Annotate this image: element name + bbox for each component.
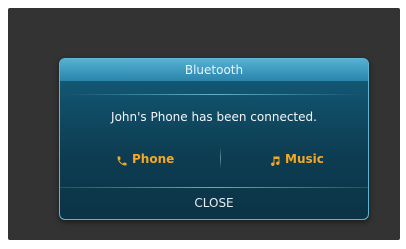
dialog-title: Bluetooth: [60, 59, 368, 81]
bluetooth-dialog: Bluetooth John's Phone has been connecte…: [59, 58, 369, 220]
options-divider: [220, 147, 221, 169]
phone-label: Phone: [132, 152, 175, 166]
head-unit-screen: Bluetooth John's Phone has been connecte…: [8, 8, 400, 240]
music-note-icon: [269, 153, 281, 166]
header-divider: [66, 94, 362, 95]
phone-button[interactable]: Phone: [116, 149, 174, 169]
phone-icon: [116, 153, 128, 166]
connection-message: John's Phone has been connected.: [111, 110, 317, 124]
close-button[interactable]: CLOSE: [60, 188, 368, 219]
music-label: Music: [285, 152, 324, 166]
music-button[interactable]: Music: [269, 149, 324, 169]
